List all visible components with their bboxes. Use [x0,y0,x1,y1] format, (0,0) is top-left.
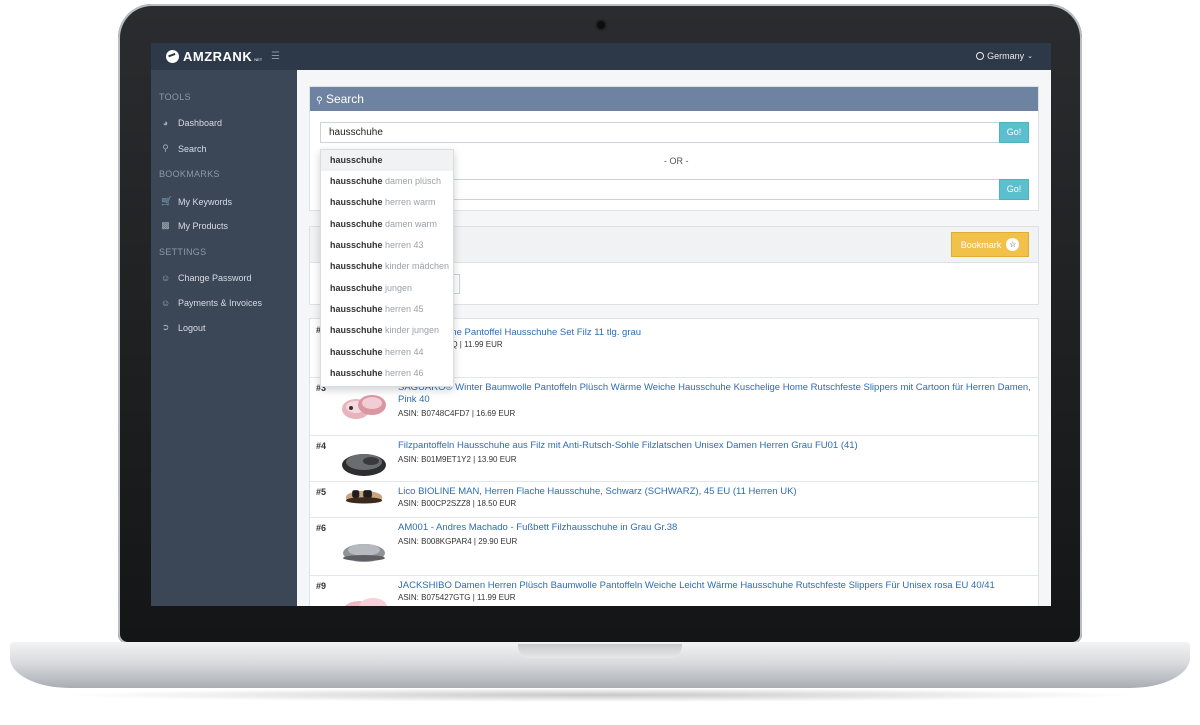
laptop-notch [518,644,682,658]
country-label: Germany [987,51,1025,61]
suggestion-item[interactable]: hausschuhe herren 44 [321,342,453,363]
sidebar-item-my-products[interactable]: ▩ My Products [161,220,228,231]
star-icon: ☆ [1006,238,1020,251]
logo-text: AMZRANK [183,49,253,64]
sidebar-item-label: Dashboard [178,118,223,128]
sidebar-item-dashboard[interactable]: ◕ Dashboard [161,118,222,128]
product-meta: ASIN: B00CP2SZZ8 | 18.50 EUR [398,499,517,508]
product-meta: SQ | 11.99 EUR [446,340,503,349]
suggestion-item[interactable]: hausschuhe jungen [321,278,453,299]
suggestion-item[interactable]: hausschuhe kinder mädchen [321,256,453,277]
bookmark-button[interactable]: Bookmark ☆ [951,232,1029,257]
table-row[interactable]: #4 Filzpantoffeln Hausschuhe aus Filz mi… [310,435,1038,482]
suggestion-item[interactable]: hausschuhe damen plüsch [321,171,453,192]
product-meta: ASIN: B075427GTG | 11.99 EUR [398,593,516,602]
dashboard-icon: ◕ [162,118,169,128]
suggestion-item[interactable]: hausschuhe herren 46 [321,363,453,384]
sidebar-section-bookmarks: BOOKMARKS [159,169,220,179]
sidebar-item-search[interactable]: ⚲ Search [161,143,207,154]
result-rank: #6 [316,523,327,533]
sidebar-item-label: Logout [178,322,206,333]
product-thumbnail-felt-slipper [342,454,386,476]
search-panel: ⚲ Search hausschuhe Go! - OR - Go! hauss… [309,86,1039,387]
suggestion-item[interactable]: hausschuhe [321,150,453,171]
sidebar: TOOLS ◕ Dashboard ⚲ Search BOOKMARKS 🛒 M… [151,70,297,606]
table-row[interactable]: #6 AM001 - Andres Machado - Fußbett Filz… [310,517,1038,576]
search-panel-header: ⚲ Search [310,87,1038,111]
brand-logo[interactable]: AMZRANK NET [166,49,262,64]
country-selector[interactable]: Germany ⌄ [976,51,1033,61]
logout-icon: ➲ [161,322,170,332]
search-panel-title: Search [325,92,364,106]
logo-mark-icon [166,50,179,63]
product-meta: ASIN: B0748C4FD7 | 16.69 EUR [398,409,516,418]
product-thumbnail-grey-felt-slipper [343,544,385,562]
product-title-link[interactable]: uhe Pantoffel Hausschuhe Set Filz 11 tlg… [446,327,1038,339]
top-navbar: AMZRANK NET ☰ Germany ⌄ [151,43,1051,70]
laptop-camera [597,21,605,29]
asin-go-button[interactable]: Go! [999,179,1029,200]
suggestion-item[interactable]: hausschuhe herren 45 [321,299,453,320]
globe-icon [976,52,985,60]
app-screen: AMZRANK NET ☰ Germany ⌄ TOOLS ◕ Dashboar… [151,43,1051,606]
sidebar-item-label: My Products [178,220,229,231]
sidebar-item-label: My Keywords [178,196,233,207]
keyword-go-button[interactable]: Go! [999,122,1029,143]
sidebar-item-my-keywords[interactable]: 🛒 My Keywords [161,196,232,207]
product-meta: ASIN: B008KGPAR4 | 29.90 EUR [398,537,518,546]
search-icon: ⚲ [316,95,323,105]
sidebar-item-payments[interactable]: ☺ Payments & Invoices [161,298,262,308]
search-icon: ⚲ [162,143,169,153]
bookmark-label: Bookmark [960,239,1002,250]
product-meta: ASIN: B01M9ET1Y2 | 13.90 EUR [398,455,517,464]
sidebar-item-change-password[interactable]: ☺ Change Password [161,273,252,283]
sidebar-section-tools: TOOLS [159,92,191,102]
product-title-link[interactable]: JACKSHIBO Damen Herren Plüsch Baumwolle … [398,580,1034,592]
product-title-link[interactable]: SAGUARO® Winter Baumwolle Pantoffeln Plü… [398,382,1034,406]
product-thumbnail-sandal [345,490,383,504]
suggestion-item[interactable]: hausschuhe damen warm [321,214,453,235]
suggestion-item[interactable]: hausschuhe herren warm [321,192,453,213]
product-title-link[interactable]: Lico BIOLINE MAN, Herren Flache Hausschu… [398,486,1034,498]
autocomplete-dropdown: hausschuhe hausschuhe damen plüsch hauss… [320,149,454,387]
product-thumbnail-rosa-slipper [345,598,387,606]
main-content: ⚲ Search hausschuhe Go! - OR - Go! hauss… [297,70,1051,606]
table-row[interactable]: #9 JACKSHIBO Damen Herren Plüsch Baumwol… [310,575,1038,606]
chevron-down-icon: ⌄ [1027,53,1033,60]
product-title-link[interactable]: AM001 - Andres Machado - Fußbett Filzhau… [398,522,1034,534]
keyword-search-input[interactable]: hausschuhe [320,122,1000,143]
user-icon: ☺ [161,273,171,283]
product-title-link[interactable]: Filzpantoffeln Hausschuhe aus Filz mit A… [398,440,1034,452]
user-icon: ☺ [161,298,171,308]
logo-subtext: NET [254,57,263,62]
or-separator: - OR - [664,156,689,166]
menu-toggle-icon[interactable]: ☰ [271,52,282,62]
sidebar-section-settings: SETTINGS [159,247,207,257]
result-rank: #9 [316,581,327,591]
sidebar-item-logout[interactable]: ➲ Logout [161,322,206,333]
suggestion-item[interactable]: hausschuhe kinder jungen [321,320,453,341]
laptop-shadow [60,688,1140,702]
cart-icon: 🛒 [161,196,173,206]
sidebar-item-label: Change Password [178,273,252,283]
suggestion-item[interactable]: hausschuhe herren 43 [321,235,453,256]
table-row[interactable]: #5 Lico BIOLINE MAN, Herren Flache Hauss… [310,481,1038,518]
product-thumbnail-pink-slipper [342,395,386,419]
sidebar-item-label: Search [178,143,207,154]
result-rank: #4 [316,441,327,451]
briefcase-icon: ▩ [161,220,170,230]
result-rank: #5 [316,487,327,497]
sidebar-item-label: Payments & Invoices [178,298,263,308]
